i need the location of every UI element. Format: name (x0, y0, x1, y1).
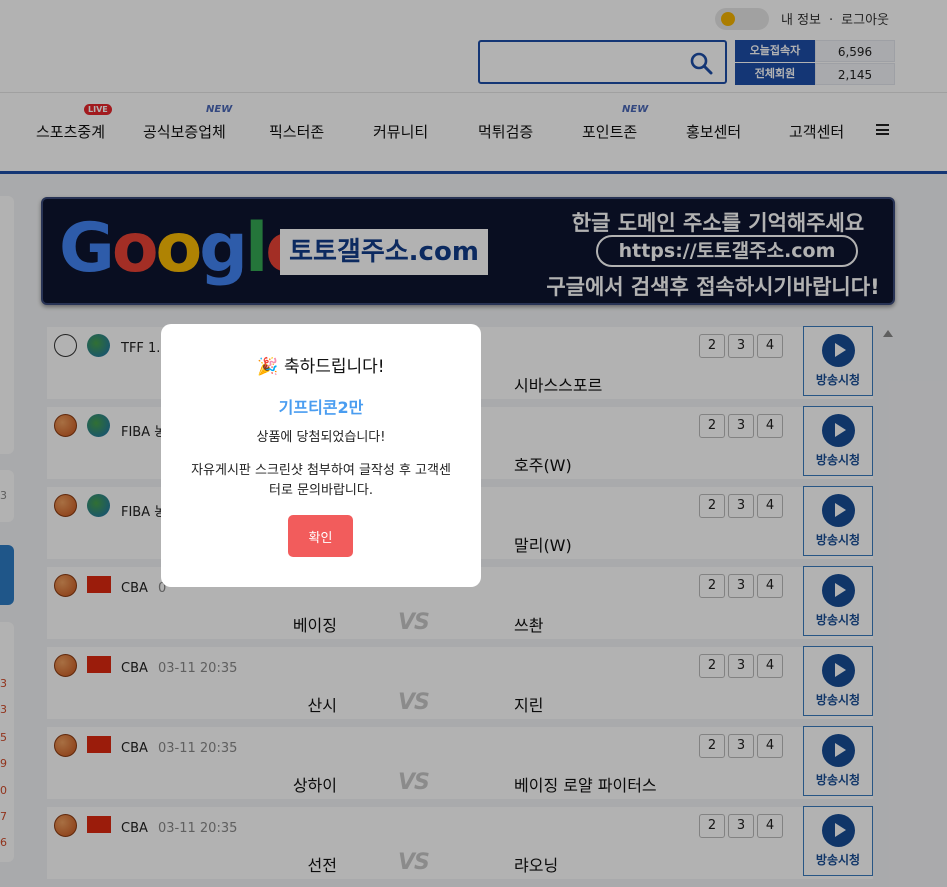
party-icon: 🎉 (257, 357, 279, 377)
confirm-button[interactable]: 확인 (288, 515, 353, 557)
prize-modal: 🎉 축하드립니다! 기프티콘2만 상품에 당첨되었습니다! 자유게시판 스크린샷… (161, 324, 481, 587)
modal-note: 자유게시판 스크린샷 첨부하여 글작성 후 고객센터로 문의바랍니다. (191, 463, 451, 498)
modal-prize: 기프티콘2만 (278, 398, 364, 417)
modal-title: 🎉 축하드립니다! (161, 352, 481, 377)
modal-message: 상품에 당첨되었습니다! (256, 430, 386, 445)
modal-title-text: 축하드립니다! (283, 357, 385, 377)
